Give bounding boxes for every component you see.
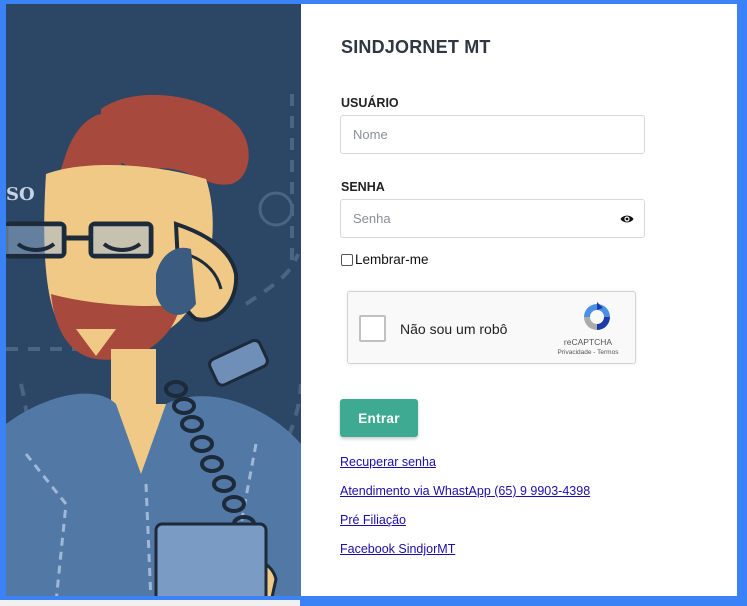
eye-icon[interactable] — [620, 213, 634, 225]
recaptcha-text: Não sou um robô — [400, 321, 508, 337]
password-input[interactable] — [353, 200, 614, 237]
recover-password-link[interactable]: Recuperar senha — [340, 455, 436, 469]
username-field[interactable] — [340, 115, 645, 154]
recaptcha-widget: Não sou um robô reCAPTCHA Privacidade - … — [347, 291, 636, 364]
password-label: SENHA — [341, 180, 385, 194]
whatsapp-support-link[interactable]: Atendimento via WhastApp (65) 9 9903-439… — [340, 484, 590, 498]
facebook-link[interactable]: Facebook SindjorMT — [340, 542, 455, 556]
login-panel: SINDJORNET MT USUÁRIO SENHA Lembrar-me N… — [301, 4, 737, 602]
recaptcha-brand: reCAPTCHA — [563, 337, 613, 347]
recaptcha-logo-icon — [584, 302, 610, 330]
phone-call-illustration — [6, 94, 301, 602]
recaptcha-checkbox[interactable] — [359, 315, 386, 342]
recaptcha-terms-links[interactable]: Privacidade - Termos — [544, 349, 632, 356]
password-field[interactable] — [340, 199, 645, 238]
username-input[interactable] — [353, 116, 644, 153]
bottom-edge — [0, 600, 300, 606]
pre-affiliation-link[interactable]: Pré Filiação — [340, 513, 406, 527]
illustration-panel: SO — [6, 4, 301, 602]
username-label: USUÁRIO — [341, 96, 399, 110]
illustration-text: SO — [6, 184, 35, 205]
brand-title: SINDJORNET MT — [341, 37, 491, 57]
remember-me[interactable]: Lembrar-me — [341, 252, 429, 267]
remember-label: Lembrar-me — [355, 252, 429, 267]
login-button[interactable]: Entrar — [340, 399, 418, 437]
remember-checkbox[interactable] — [341, 253, 353, 266]
